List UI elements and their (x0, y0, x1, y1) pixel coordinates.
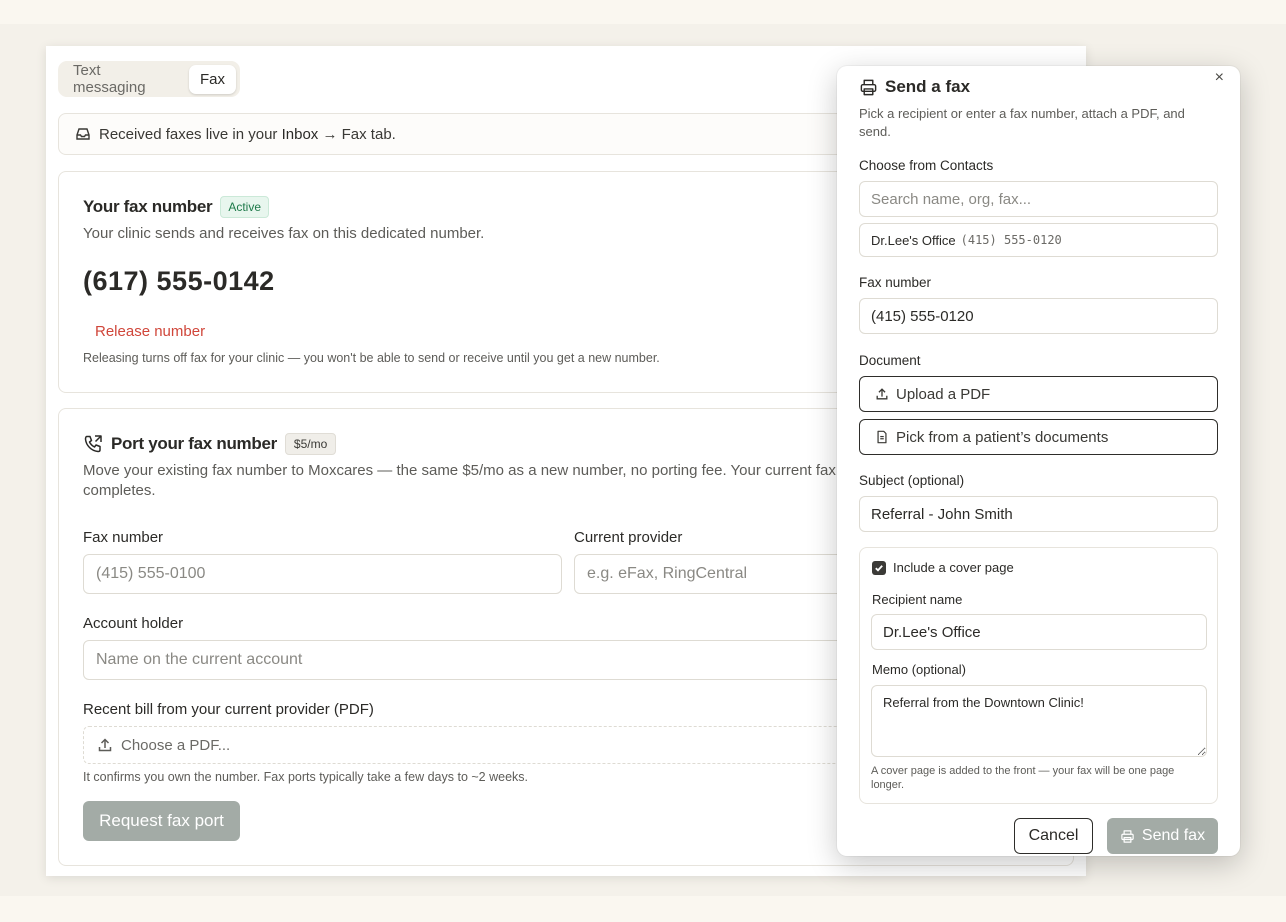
memo-textarea[interactable]: Referral from the Downtown Clinic! (871, 685, 1207, 757)
section-title: Port your fax number (111, 434, 277, 453)
include-cover-page-checkbox[interactable]: Include a cover page (872, 560, 1014, 575)
port-title-row: Port your fax number $5/mo (83, 433, 337, 455)
banner-text: Received faxes live in your Inbox → Fax … (99, 126, 396, 143)
memo-label: Memo (optional) (872, 662, 966, 677)
subject-input[interactable] (859, 496, 1218, 532)
account-holder-label: Account holder (83, 615, 184, 632)
banner-text-after: → Fax tab. (318, 125, 396, 143)
tab-text-messaging[interactable]: Text messaging (62, 56, 187, 102)
bill-note: It confirms you own the number. Fax port… (83, 770, 528, 784)
banner-text-before: Received faxes live in your (99, 125, 282, 143)
recipient-name-label: Recipient name (872, 592, 963, 607)
include-cover-page-label: Include a cover page (893, 560, 1014, 575)
send-fax-button[interactable]: Send fax (1107, 818, 1218, 854)
printer-icon (1120, 829, 1135, 844)
inbox-link[interactable]: Inbox (282, 126, 319, 143)
port-fax-number-input[interactable] (83, 554, 562, 594)
release-number-button[interactable]: Release number (95, 323, 205, 340)
fax-number-input[interactable] (859, 298, 1218, 334)
pick-patient-documents-button[interactable]: Pick from a patient’s documents (859, 419, 1218, 455)
port-fax-number-label: Fax number (83, 529, 164, 546)
dialog-description: Pick a recipient or enter a fax number, … (859, 106, 1185, 139)
release-note: Releasing turns off fax for your clinic … (83, 351, 660, 365)
printer-icon (859, 78, 878, 97)
price-badge: $5/mo (284, 433, 337, 455)
contact-search-input[interactable] (859, 181, 1218, 217)
upload-icon (97, 737, 113, 753)
dialog-title: Send a fax (885, 77, 971, 96)
subject-label: Subject (optional) (859, 473, 965, 488)
upload-pdf-label: Upload a PDF (896, 385, 991, 403)
contact-fax-number: (415) 555-0120 (960, 233, 1062, 247)
channel-tabs: Text messaging Fax (58, 61, 240, 97)
upload-icon (875, 387, 889, 401)
close-icon[interactable]: × (1215, 68, 1224, 88)
port-description: Move your existing fax number to Moxcare… (83, 462, 848, 499)
section-description: Your clinic sends and receives fax on th… (83, 225, 485, 242)
phone-forward-icon (83, 434, 103, 454)
checkmark-icon (872, 560, 886, 575)
dialog-title-row: Send a fax (859, 77, 970, 97)
cover-page-note: A cover page is added to the front — you… (871, 765, 1175, 791)
pick-documents-label: Pick from a patient’s documents (896, 428, 1109, 446)
section-title: Your fax number (83, 197, 213, 216)
status-badge: Active (220, 196, 270, 218)
send-fax-dialog: × Send a fax Pick a recipient or enter a… (837, 66, 1240, 856)
tab-fax[interactable]: Fax (188, 64, 236, 94)
document-label: Document (859, 353, 921, 368)
send-fax-label: Send fax (1141, 827, 1206, 844)
section-title-row: Your fax number Active (83, 196, 270, 218)
recipient-name-input[interactable] (871, 614, 1207, 650)
recent-bill-label: Recent bill from your current provider (… (83, 701, 374, 718)
cancel-button[interactable]: Cancel (1014, 818, 1093, 854)
request-fax-port-button[interactable]: Request fax port (83, 801, 240, 841)
contact-name: Dr.Lee's Office (871, 232, 956, 248)
choose-pdf-label: Choose a PDF... (121, 736, 231, 754)
cover-page-panel: Include a cover page Recipient name Memo… (859, 547, 1218, 804)
fax-number-display: (617) 555-0142 (83, 266, 275, 296)
document-icon (875, 430, 889, 444)
contact-option[interactable]: Dr.Lee's Office (415) 555-0120 (859, 223, 1218, 257)
contacts-label: Choose from Contacts (859, 158, 994, 173)
fax-number-label: Fax number (859, 275, 932, 290)
inbox-tray-icon (75, 126, 91, 142)
upload-pdf-button[interactable]: Upload a PDF (859, 376, 1218, 412)
current-provider-label: Current provider (574, 529, 683, 546)
